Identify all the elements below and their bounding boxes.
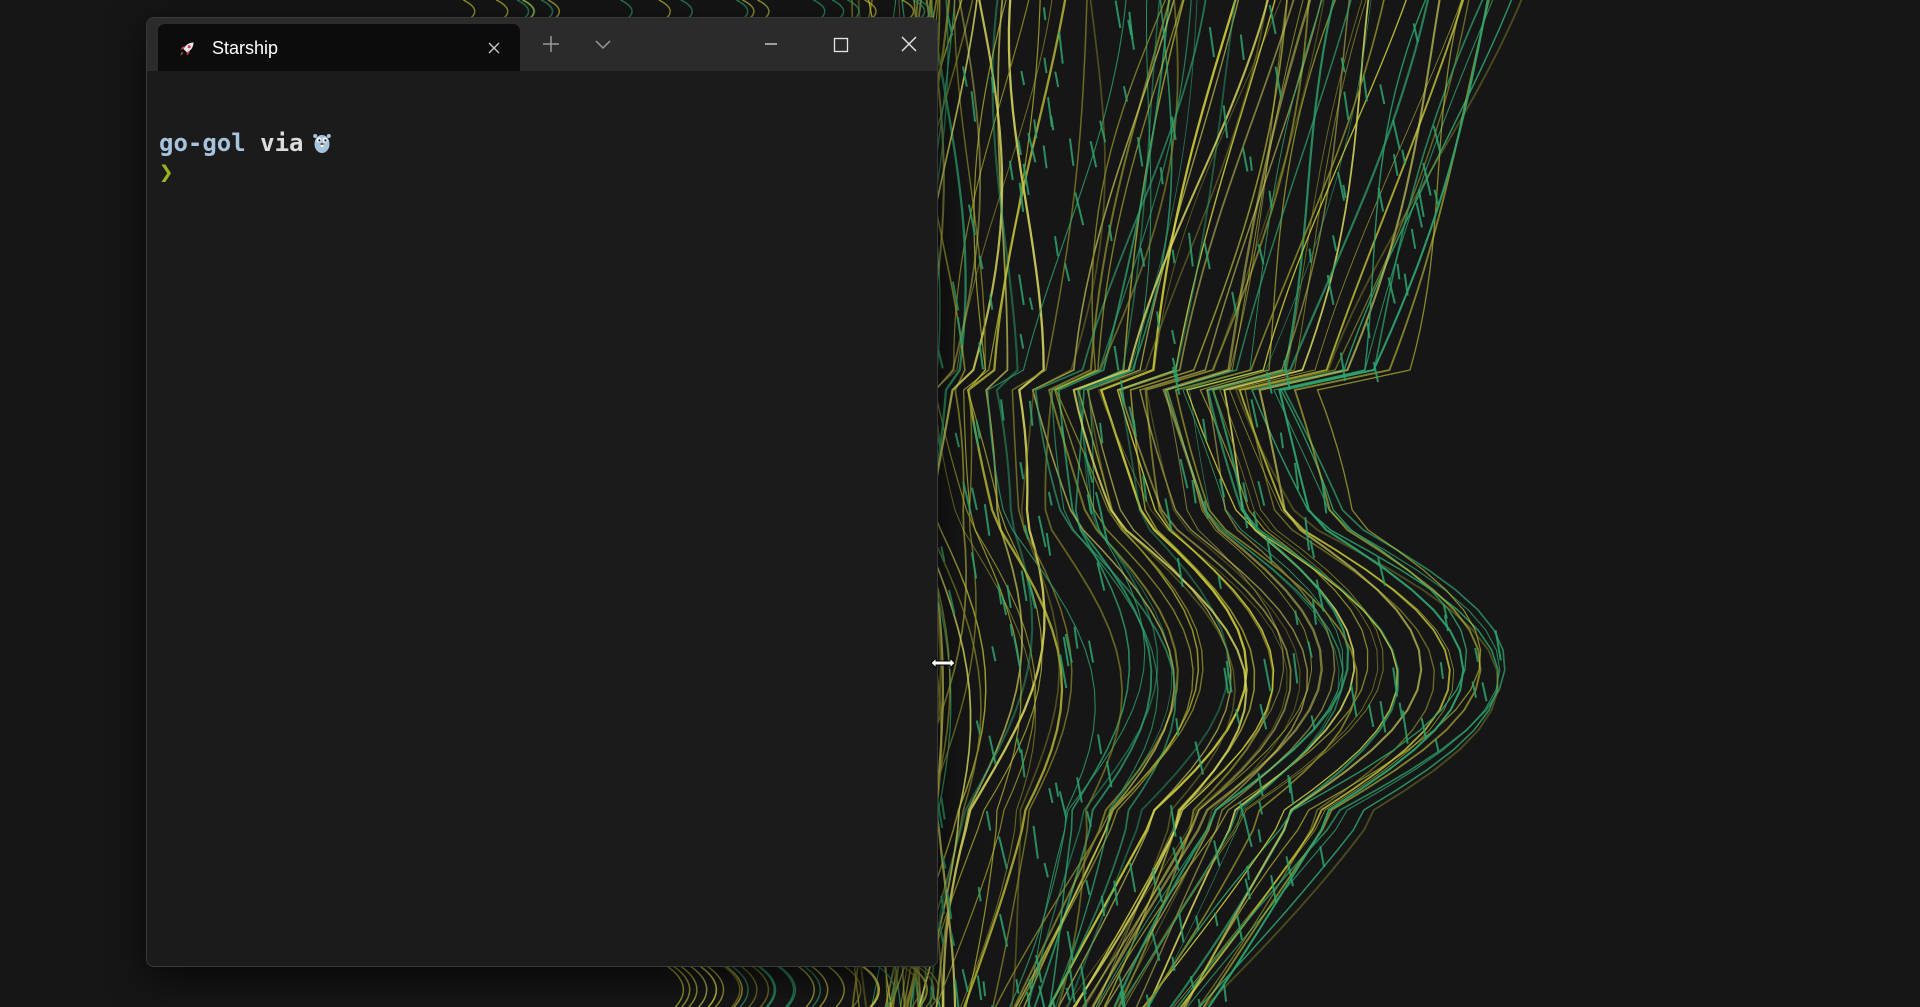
maximize-icon[interactable]: [820, 28, 860, 60]
new-tab-plus-icon[interactable]: [539, 32, 563, 56]
window-close-icon[interactable]: [889, 28, 929, 60]
titlebar[interactable]: Starship: [147, 18, 937, 72]
tab-starship[interactable]: Starship: [158, 24, 520, 72]
terminal-window: Starship go-gol via ❯: [146, 17, 938, 967]
minimize-icon[interactable]: [751, 28, 791, 60]
via-label: via: [260, 129, 304, 157]
chevron-down-icon[interactable]: [591, 32, 615, 56]
tab-close-icon[interactable]: [484, 38, 504, 58]
tab-title: Starship: [212, 38, 279, 58]
terminal-output[interactable]: go-gol via ❯: [147, 71, 937, 966]
prompt-symbol: ❯: [159, 158, 174, 186]
directory-name: go-gol: [159, 129, 246, 157]
prompt-line: go-gol via: [159, 129, 332, 157]
horizontal-resize-cursor-icon: [930, 656, 956, 670]
rocket-icon: [180, 42, 194, 56]
desktop: Starship go-gol via ❯: [0, 0, 1920, 1007]
gopher-icon: [312, 134, 331, 153]
